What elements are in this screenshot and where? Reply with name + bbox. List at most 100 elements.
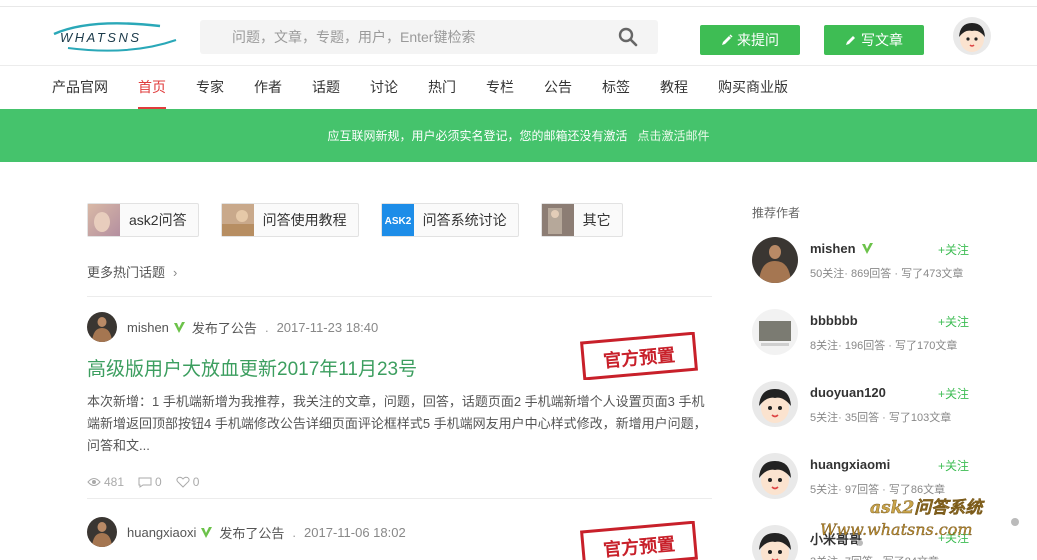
author-name[interactable]: duoyuan120 — [810, 385, 886, 400]
author-name-row: mishen — [810, 241, 878, 256]
verified-v-icon — [173, 321, 185, 333]
meta-separator: . — [292, 524, 297, 540]
author-name[interactable]: bbbbbb — [810, 313, 858, 328]
official-stamp: 官方预置 — [580, 521, 698, 560]
edit-icon — [846, 36, 855, 45]
author-name[interactable]: huangxiaomi — [810, 457, 890, 472]
article-action: 发布了公告 — [191, 320, 257, 336]
nav-item[interactable]: 热门 — [428, 66, 456, 109]
write-article-button[interactable]: 写文章 — [824, 25, 924, 55]
author-avatar[interactable] — [752, 525, 798, 560]
nav-item[interactable]: 公告 — [544, 66, 572, 109]
ask2-logo-thumbnail: ASK2 — [381, 204, 414, 236]
author-name-row: duoyuan120 — [810, 385, 886, 400]
write-article-label: 写文章 — [861, 32, 903, 48]
nav-item[interactable]: 标签 — [602, 66, 630, 109]
topic-chip-label: 问答系统讨论 — [422, 212, 507, 228]
activate-email-link[interactable]: 点击激活邮件 — [638, 127, 710, 144]
author-avatar[interactable] — [87, 517, 117, 547]
ask-question-label: 来提问 — [737, 32, 779, 48]
cartoon-avatar-icon — [752, 453, 798, 499]
athlete-avatar-icon — [87, 312, 117, 342]
views-stat: 481 — [87, 475, 124, 489]
heart-icon — [176, 476, 190, 488]
author-avatar[interactable] — [752, 237, 798, 283]
pencil-icon — [722, 34, 733, 45]
follow-button[interactable]: +关注 — [938, 313, 969, 330]
author-name[interactable]: huangxiaoxi — [127, 525, 196, 540]
whatsns-logo[interactable]: WHATSNS — [50, 20, 180, 54]
nav-item[interactable]: 教程 — [660, 66, 688, 109]
meta-separator: . — [264, 319, 269, 335]
nav-item[interactable]: 购买商业版 — [718, 66, 788, 109]
comments-count: 0 — [155, 475, 162, 489]
nav-item[interactable]: 首页 — [138, 66, 166, 109]
eye-icon — [87, 478, 101, 486]
more-topics-link[interactable]: 更多热门话题 › — [87, 262, 177, 281]
nav-item[interactable]: 专家 — [196, 66, 224, 109]
more-topics-label: 更多热门话题 — [87, 265, 166, 280]
nav-item[interactable]: 讨论 — [370, 66, 398, 109]
author-avatar[interactable] — [752, 309, 798, 355]
follow-label: 关注 — [945, 387, 970, 401]
follow-label: 关注 — [945, 243, 970, 257]
topic-chip-other[interactable]: 其它 — [540, 203, 623, 237]
likes-stat[interactable]: 0 — [176, 475, 200, 489]
user-avatar[interactable] — [953, 17, 991, 55]
author-name[interactable]: mishen — [810, 241, 856, 256]
article-stats: 481 0 0 — [87, 475, 712, 489]
author-avatar[interactable] — [752, 453, 798, 499]
article-time: 2017-11-06 18:02 — [304, 524, 406, 540]
watermark-line2: Www.whatsns.com — [820, 520, 973, 539]
topic-chip-label: 其它 — [582, 212, 611, 228]
author-stats: 5关注· 35回答 · 写了103文章 — [810, 412, 952, 424]
search-input[interactable] — [200, 20, 600, 54]
topic-chips: ask2问答 问答使用教程 ASK2 问答系统讨论 其它 — [87, 203, 623, 237]
ask-question-button[interactable]: 来提问 — [700, 25, 800, 55]
topic-chip-ask2[interactable]: ask2问答 — [87, 203, 199, 237]
svg-text:官方预置: 官方预置 — [602, 344, 676, 372]
author-avatar[interactable] — [752, 381, 798, 427]
search-icon[interactable] — [618, 27, 638, 47]
author-name-row: bbbbbb — [810, 313, 858, 328]
logo-text: WHATSNS — [60, 30, 142, 45]
nav-item[interactable]: 话题 — [312, 66, 340, 109]
comments-stat[interactable]: 0 — [138, 475, 162, 489]
cartoon-avatar-icon — [752, 525, 798, 560]
notice-text: 应互联网新规，用户必须实名登记，您的邮箱还没有激活 — [327, 129, 628, 143]
verified-v-icon — [201, 526, 213, 538]
recommended-authors-title: 推荐作者 — [752, 206, 801, 220]
author-card: bbbbbb 8关注· 196回答 · 写了170文章 +关注 — [752, 309, 982, 359]
topic-chip-tutorial[interactable]: 问答使用教程 — [220, 203, 359, 237]
svg-text:ASK2: ASK2 — [384, 216, 411, 227]
author-name[interactable]: mishen — [127, 320, 169, 335]
verified-v-icon — [861, 243, 873, 254]
nav-item[interactable]: 专栏 — [486, 66, 514, 109]
nav-item[interactable]: 产品官网 — [52, 66, 108, 109]
main-nav: 产品官网 首页 专家 作者 话题 讨论 热门 专栏 公告 标签 教程 购买商业版 — [52, 66, 818, 109]
author-card: duoyuan120 5关注· 35回答 · 写了103文章 +关注 — [752, 381, 982, 431]
follow-label: 关注 — [945, 459, 970, 473]
author-avatar[interactable] — [87, 312, 117, 342]
athlete-avatar-icon — [87, 517, 117, 547]
author-stats: 50关注· 869回答 · 写了473文章 — [810, 268, 964, 280]
comment-icon — [138, 477, 152, 488]
site-watermark: ask2问答系统 Www.whatsns.com — [820, 498, 1019, 546]
watermark-line1: ask2问答系统 — [870, 498, 985, 518]
follow-button[interactable]: +关注 — [938, 241, 969, 258]
search-box[interactable] — [200, 20, 658, 54]
topic-thumbnail — [88, 204, 120, 236]
topic-chip-discussion[interactable]: ASK2 问答系统讨论 — [380, 203, 519, 237]
follow-label: 关注 — [945, 315, 970, 329]
topic-chip-label: 问答使用教程 — [262, 212, 347, 228]
cartoon-avatar-icon — [953, 17, 991, 55]
follow-button[interactable]: +关注 — [938, 385, 969, 402]
author-card: mishen 50关注· 869回答 · 写了473文章 +关注 — [752, 237, 982, 287]
notice-banner: 应互联网新规，用户必须实名登记，您的邮箱还没有激活 点击激活邮件 — [0, 109, 1037, 162]
article-excerpt: 本次新增：1 手机端新增为我推荐，我关注的文章，问题，回答，话题页面2 手机端新… — [87, 394, 707, 453]
follow-button[interactable]: +关注 — [938, 457, 969, 474]
article-card: mishen 发布了公告 . 2017-11-23 18:40 高级版用户大放血… — [87, 312, 712, 489]
nav-item[interactable]: 作者 — [254, 66, 282, 109]
svg-text:官方预置: 官方预置 — [602, 533, 676, 560]
likes-count: 0 — [192, 475, 200, 489]
